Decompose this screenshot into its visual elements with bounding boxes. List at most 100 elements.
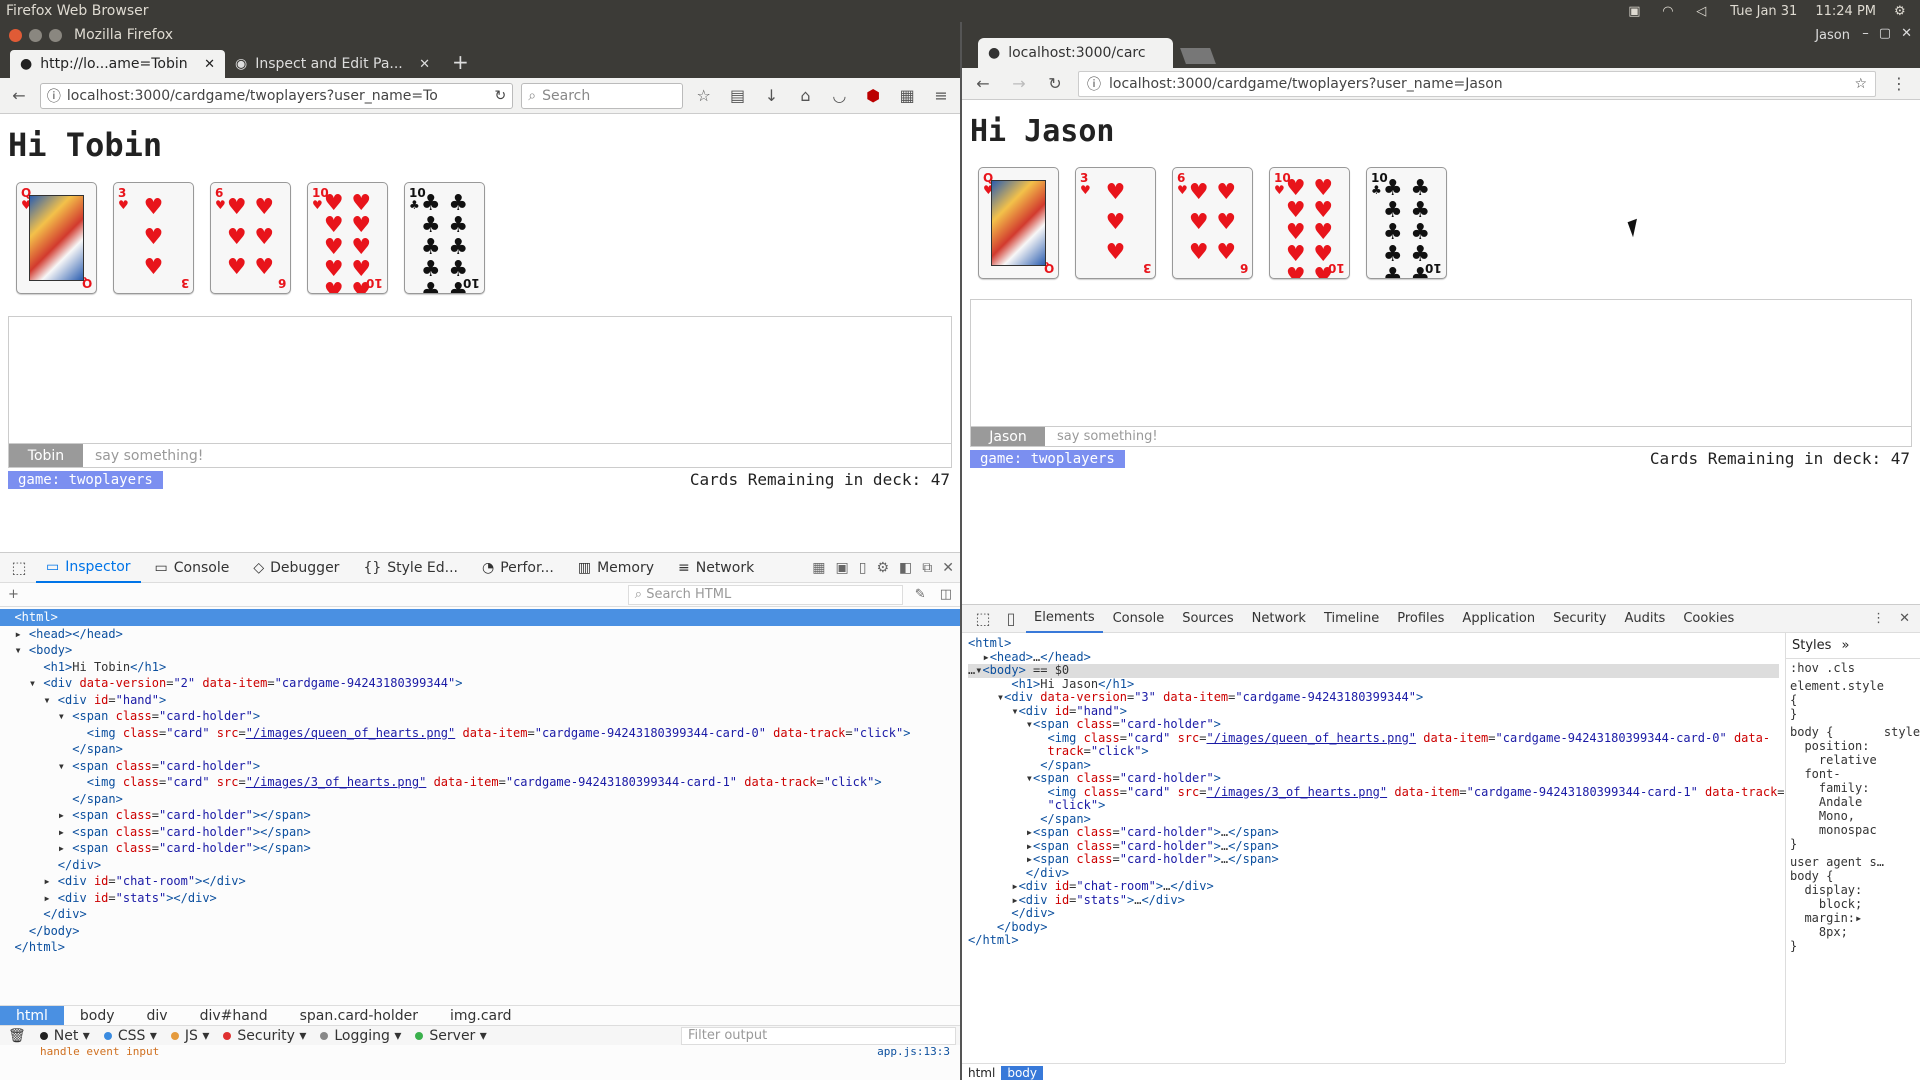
trash-icon[interactable]: 🗑	[8, 1028, 26, 1044]
chat-input[interactable]: say something!	[1045, 427, 1911, 446]
tree-node-h1[interactable]: <h1>Hi Tobin</h1>	[0, 659, 960, 676]
tree-node-span-close[interactable]: </span>	[968, 812, 1779, 827]
tree-node-img[interactable]: <img class="card" src="/images/3_of_hear…	[968, 785, 1784, 800]
responsive-icon[interactable]: ▯	[859, 560, 867, 576]
info-icon[interactable]: ⓘ	[47, 86, 61, 106]
tree-node-body[interactable]: ▾ <body>	[0, 642, 960, 659]
tree-node-html[interactable]: <html>	[968, 636, 1779, 651]
tab-performance[interactable]: ◔ Perfor...	[472, 553, 564, 583]
tree-node-div-close[interactable]: </div>	[0, 906, 960, 923]
playing-card[interactable]: 10 ♥ 10 ♥ ♥ ♥ ♥ ♥ ♥ ♥ ♥ ♥ ♥	[1269, 167, 1350, 279]
tree-node-body-close[interactable]: </body>	[968, 920, 1779, 935]
back-arrow-icon[interactable]: ←	[6, 86, 32, 105]
tree-node-chat-room[interactable]: ▸<div id="chat-room">…</div>	[968, 879, 1779, 894]
tree-node-h1[interactable]: <h1>Hi Jason</h1>	[968, 677, 1779, 692]
tree-node-stats[interactable]: ▸<div id="stats">…</div>	[968, 893, 1779, 908]
select-element-icon[interactable]: ⬚	[970, 609, 996, 628]
tree-node-img[interactable]: <img class="card" src="/images/queen_of_…	[0, 725, 960, 742]
tree-node-hand[interactable]: ▾<div id="hand">	[968, 704, 1779, 719]
frame-icon[interactable]: ▣	[836, 560, 849, 576]
breadcrumb-body[interactable]: body	[64, 1006, 131, 1026]
back-arrow-icon[interactable]: ←	[970, 74, 996, 93]
download-icon[interactable]: ↓	[759, 86, 785, 105]
maximize-icon[interactable]: ▢	[1879, 26, 1891, 41]
tree-node-chat-room[interactable]: ▸ <div id="chat-room"></div>	[0, 873, 960, 890]
playing-card[interactable]: 3 ♥ 3 ♥ ♥ ♥	[113, 182, 194, 294]
tree-node-img[interactable]: <img class="card" src="/images/queen_of_…	[968, 731, 1779, 746]
tab-cookies[interactable]: Cookies	[1675, 605, 1742, 633]
tab-audits[interactable]: Audits	[1616, 605, 1673, 633]
tree-node-span[interactable]: ▸<span class="card-holder">…</span>	[968, 825, 1779, 840]
playing-card[interactable]: 10 ♣ 10 ♣ ♣ ♣ ♣ ♣ ♣ ♣ ♣ ♣ ♣	[404, 182, 485, 294]
add-node-icon[interactable]: +	[8, 587, 19, 602]
settings-icon[interactable]: ⚙	[876, 560, 889, 576]
tree-node-html-close[interactable]: </html>	[968, 933, 1779, 948]
chrome-tab[interactable]: ● localhost:3000/carc	[978, 38, 1173, 68]
layout-icon[interactable]: ▦	[812, 560, 825, 576]
breadcrumb-span[interactable]: span.card-holder	[284, 1006, 434, 1026]
new-tab-button[interactable]	[1180, 48, 1216, 64]
filter-js[interactable]: JS ▾	[170, 1028, 209, 1044]
tree-node-span[interactable]: ▸<span class="card-holder">…</span>	[968, 852, 1779, 867]
firefox-tab-inspect[interactable]: ◉ Inspect and Edit Pa... ✕	[225, 50, 440, 78]
filter-output-input[interactable]: Filter output	[681, 1026, 956, 1045]
tree-node-span[interactable]: ▸ <span class="card-holder"></span>	[0, 824, 960, 841]
tree-node-span-close[interactable]: </span>	[0, 741, 960, 758]
home-icon[interactable]: ⌂	[792, 86, 818, 105]
wifi-icon[interactable]: ◠	[1662, 4, 1678, 19]
date-indicator[interactable]: Tue Jan 31	[1730, 4, 1797, 19]
chrome-menu-icon[interactable]: ⋮	[1886, 74, 1912, 93]
playing-card[interactable]: Q ♥ Q	[978, 167, 1059, 279]
indicator-icon[interactable]: ▣	[1628, 4, 1644, 19]
clock-indicator[interactable]: 11:24 PM	[1815, 4, 1876, 19]
eyedropper-icon[interactable]: ✎	[915, 587, 926, 602]
firefox-url-bar[interactable]: ⓘ localhost:3000/cardgame/twoplayers?use…	[39, 82, 514, 109]
playing-card[interactable]: 10 ♣ 10 ♣ ♣ ♣ ♣ ♣ ♣ ♣ ♣ ♣ ♣	[1366, 167, 1447, 279]
tree-node-span-close[interactable]: </span>	[968, 758, 1779, 773]
url-text[interactable]: localhost:3000/cardgame/twoplayers?user_…	[67, 88, 438, 104]
bookmark-star-icon[interactable]: ☆	[691, 86, 717, 105]
info-icon[interactable]: ⓘ	[1087, 74, 1101, 94]
playing-card[interactable]: 3 ♥ 3 ♥ ♥ ♥	[1075, 167, 1156, 279]
breadcrumb-img[interactable]: img.card	[434, 1006, 528, 1026]
chrome-profile[interactable]: Jason	[1815, 28, 1850, 43]
tree-node-img[interactable]: <img class="card" src="/images/3_of_hear…	[0, 774, 960, 791]
filter-server[interactable]: Server ▾	[415, 1028, 487, 1044]
tree-node-html[interactable]: <html>	[0, 609, 960, 626]
playing-card[interactable]: 6 ♥ 6 ♥ ♥ ♥ ♥ ♥ ♥	[210, 182, 291, 294]
tab-console[interactable]: Console	[1105, 605, 1173, 633]
tree-node-span[interactable]: ▸<span class="card-holder">…</span>	[968, 839, 1779, 854]
close-icon[interactable]: ✕	[1901, 26, 1912, 41]
close-window-button[interactable]	[9, 28, 22, 42]
tab-memory[interactable]: ▥ Memory	[568, 553, 664, 583]
tree-node-span[interactable]: ▸ <span class="card-holder"></span>	[0, 807, 960, 824]
playing-card[interactable]: 6 ♥ 6 ♥ ♥ ♥ ♥ ♥ ♥	[1172, 167, 1253, 279]
tab-application[interactable]: Application	[1454, 605, 1543, 633]
tab-sources[interactable]: Sources	[1174, 605, 1241, 633]
more-tabs-icon[interactable]: »	[1841, 638, 1849, 653]
tree-node-div[interactable]: ▾ <div data-version="2" data-item="cardg…	[0, 675, 960, 692]
filter-logging[interactable]: Logging ▾	[320, 1028, 401, 1044]
more-options-icon[interactable]: ⋮	[1872, 611, 1897, 626]
tree-node-div-close[interactable]: </div>	[968, 866, 1779, 881]
close-tab-icon[interactable]: ✕	[204, 57, 215, 72]
translate-icon[interactable]: ▦	[894, 86, 920, 105]
tree-node-hand[interactable]: ▾ <div id="hand">	[0, 692, 960, 709]
chrome-url-bar[interactable]: ⓘ localhost:3000/cardgame/twoplayers?use…	[1078, 70, 1876, 97]
tree-node-head[interactable]: ▸ <head></head>	[0, 626, 960, 643]
chat-input[interactable]: say something!	[83, 444, 951, 467]
close-devtools-icon[interactable]: ✕	[942, 560, 954, 576]
filter-security[interactable]: Security ▾	[223, 1028, 306, 1044]
url-text[interactable]: localhost:3000/cardgame/twoplayers?user_…	[1109, 76, 1503, 92]
tree-node-head[interactable]: ▸<head>…</head>	[968, 650, 1779, 665]
filter-net[interactable]: Net ▾	[39, 1028, 90, 1044]
pocket-icon[interactable]: ◡	[826, 86, 852, 105]
reload-icon[interactable]: ↻	[1042, 74, 1068, 93]
volume-icon[interactable]: ◁	[1696, 4, 1712, 19]
tree-node-span-close[interactable]: </span>	[0, 791, 960, 808]
firefox-search-box[interactable]: ⌕ Search	[521, 82, 683, 109]
hamburger-menu-icon[interactable]: ≡	[928, 86, 954, 105]
playing-card[interactable]: 10 ♥ 10 ♥ ♥ ♥ ♥ ♥ ♥ ♥ ♥ ♥ ♥	[307, 182, 388, 294]
tab-elements[interactable]: Elements	[1026, 605, 1103, 633]
tab-profiles[interactable]: Profiles	[1389, 605, 1452, 633]
